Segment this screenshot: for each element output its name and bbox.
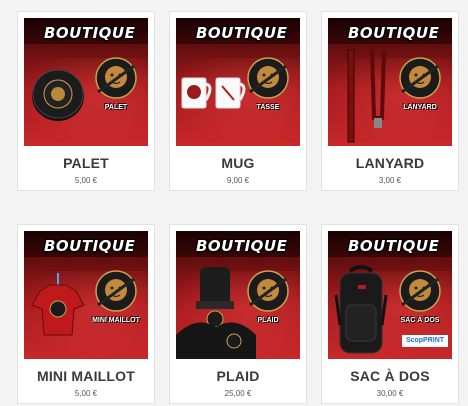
product-title[interactable]: SAC À DOS	[322, 368, 458, 384]
lion-logo-icon	[247, 57, 289, 99]
lanyard-icon	[347, 49, 386, 143]
product-card-plaid[interactable]: BOUTIQUE PLAID PLAID 25,00 €	[169, 224, 307, 404]
product-image[interactable]: BOUTIQUE PALET	[24, 18, 148, 146]
image-caption: PALET	[104, 104, 128, 111]
lion-logo-icon	[399, 270, 441, 312]
product-title[interactable]: PLAID	[170, 368, 306, 384]
image-caption: MINI MAILLOT	[92, 317, 140, 324]
product-card-lanyard[interactable]: BOUTIQUE LANYARD LANYARD 3,00 €	[321, 11, 459, 191]
product-card-mug[interactable]: BOUTIQUE TASSE MUG 9,00 €	[169, 11, 307, 191]
product-title[interactable]: MUG	[170, 155, 306, 171]
product-card-sac-a-dos[interactable]: BOUTIQUE SAC À DOS ScopPRINT SAC À DOS 3…	[321, 224, 459, 404]
product-title[interactable]: LANYARD	[322, 155, 458, 171]
product-price: 5,00 €	[74, 176, 98, 185]
boutique-banner: BOUTIQUE	[348, 237, 440, 255]
plaid-blanket-icon	[176, 267, 256, 359]
image-caption: LANYARD	[403, 104, 437, 111]
boutique-banner: BOUTIQUE	[196, 237, 288, 255]
product-image[interactable]: BOUTIQUE TASSE	[176, 18, 300, 146]
image-caption: SAC À DOS	[400, 317, 440, 324]
boutique-banner: BOUTIQUE	[44, 24, 136, 42]
mini-jersey-icon	[31, 273, 85, 336]
hockey-puck-icon	[32, 69, 84, 121]
boutique-banner: BOUTIQUE	[196, 24, 288, 42]
product-price: 9,00 €	[226, 176, 250, 185]
boutique-banner: BOUTIQUE	[44, 237, 136, 255]
product-image[interactable]: BOUTIQUE SAC À DOS ScopPRINT	[328, 231, 452, 359]
product-title[interactable]: MINI MAILLOT	[18, 368, 154, 384]
product-image[interactable]: BOUTIQUE MINI MAILLOT	[24, 231, 148, 359]
image-caption: PLAID	[257, 317, 279, 324]
backpack-icon	[334, 265, 388, 354]
product-image[interactable]: BOUTIQUE LANYARD	[328, 18, 452, 146]
boutique-banner: BOUTIQUE	[348, 24, 440, 42]
product-card-mini-maillot[interactable]: BOUTIQUE MINI MAILLOT MINI MAILLOT 5,00 …	[17, 224, 155, 404]
lion-logo-icon	[95, 270, 137, 312]
sponsor-logo: ScopPRINT	[402, 335, 448, 347]
product-price: 30,00 €	[376, 389, 404, 398]
lion-logo-icon	[247, 270, 289, 312]
image-caption: TASSE	[256, 104, 280, 111]
lion-logo-icon	[399, 57, 441, 99]
product-price: 25,00 €	[224, 389, 252, 398]
product-title[interactable]: PALET	[18, 155, 154, 171]
mug-icon	[181, 77, 246, 109]
product-price: 3,00 €	[378, 176, 402, 185]
product-price: 5,00 €	[74, 389, 98, 398]
product-image[interactable]: BOUTIQUE PLAID	[176, 231, 300, 359]
product-card-palet[interactable]: BOUTIQUE PALET PALET 5,00 €	[17, 11, 155, 191]
lion-logo-icon	[95, 57, 137, 99]
